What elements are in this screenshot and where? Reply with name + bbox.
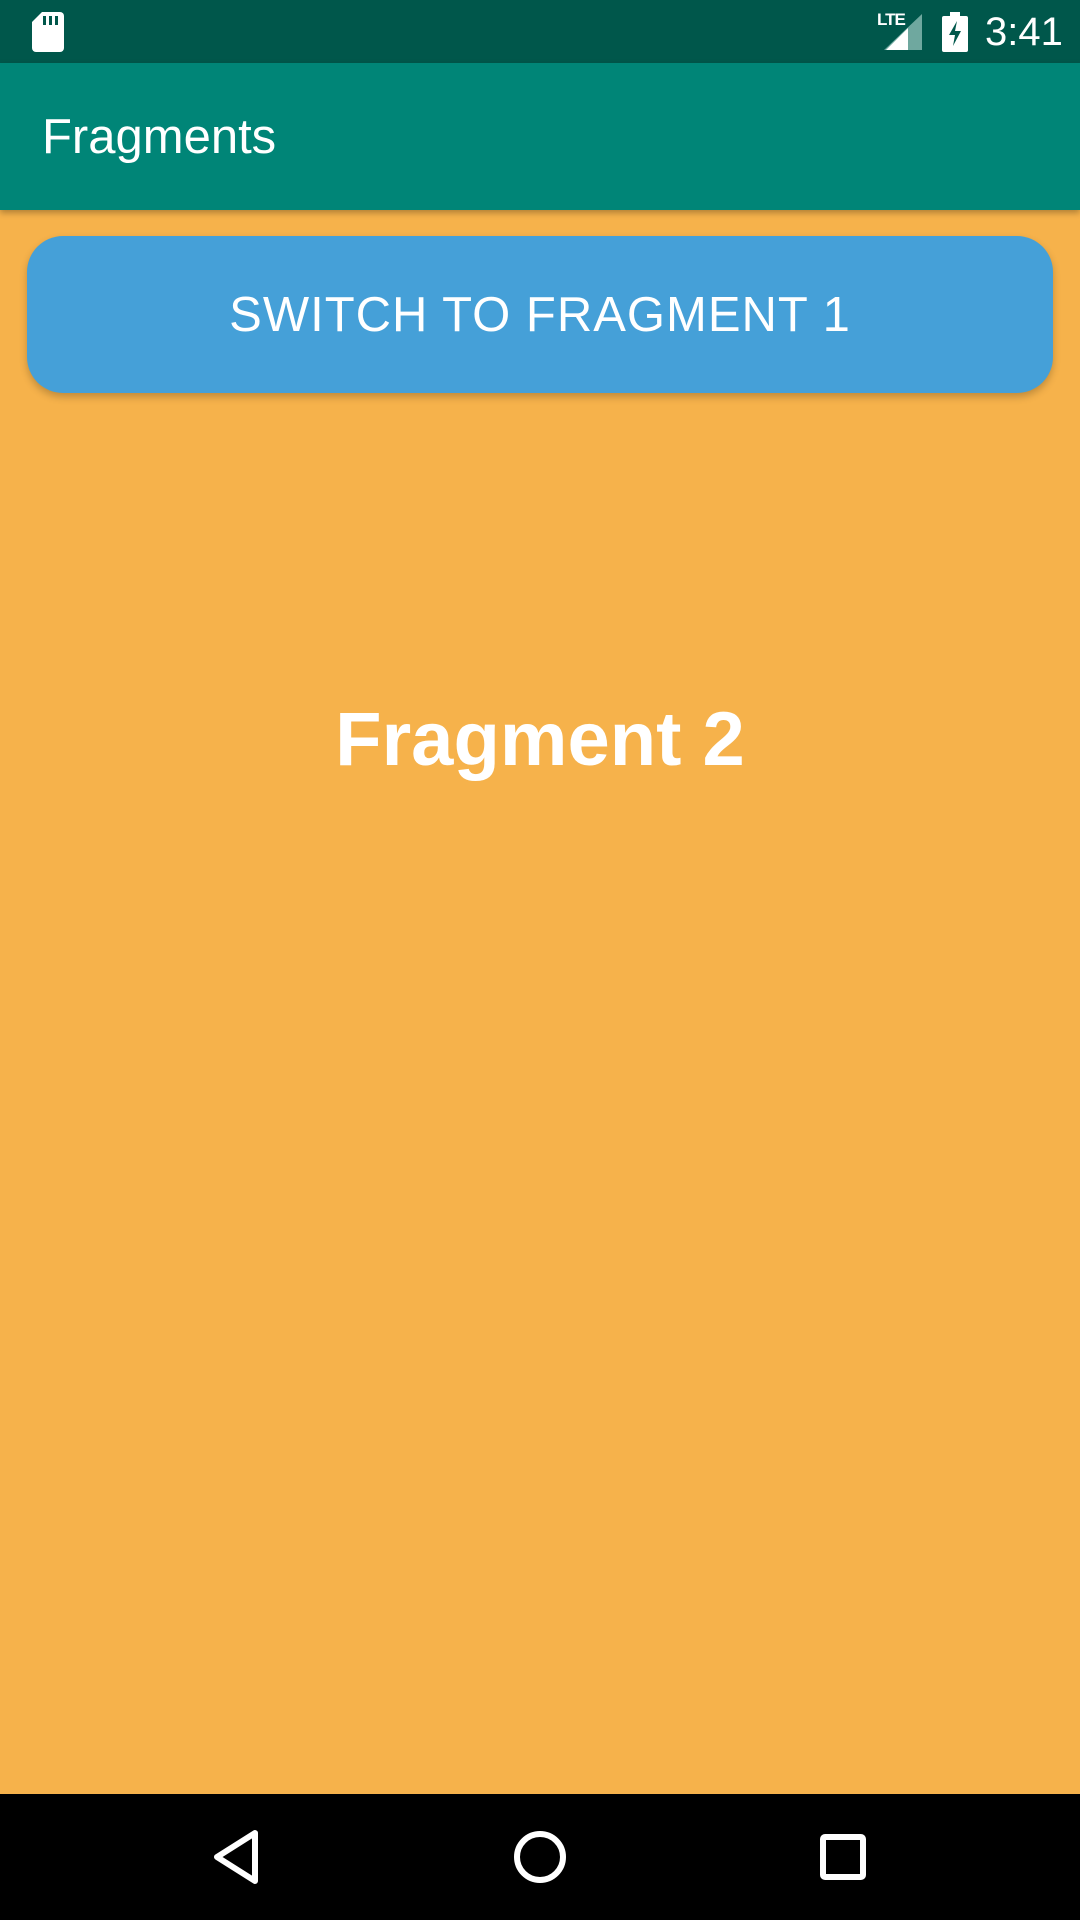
clock: 3:41 — [985, 10, 1063, 54]
home-button[interactable] — [500, 1817, 580, 1897]
back-icon — [214, 1830, 258, 1884]
switch-fragment-button[interactable]: SWITCH TO FRAGMENT 1 — [27, 236, 1053, 393]
screen: LTE 3:41 Fragments SWITCH TO FRAGMENT 1 … — [0, 0, 1080, 1920]
back-button[interactable] — [196, 1817, 276, 1897]
recents-icon — [820, 1834, 866, 1880]
recents-button[interactable] — [803, 1817, 883, 1897]
home-icon — [514, 1831, 566, 1883]
app-bar: Fragments — [0, 63, 1080, 210]
battery-charging-icon — [942, 12, 968, 52]
fragment-title: Fragment 2 — [335, 697, 745, 782]
signal-icon — [884, 14, 922, 50]
app-title: Fragments — [42, 110, 277, 164]
status-bar: LTE 3:41 — [0, 0, 1080, 63]
navigation-bar — [0, 1794, 1080, 1920]
sd-card-icon — [32, 12, 64, 52]
switch-fragment-button-label: SWITCH TO FRAGMENT 1 — [229, 287, 851, 342]
